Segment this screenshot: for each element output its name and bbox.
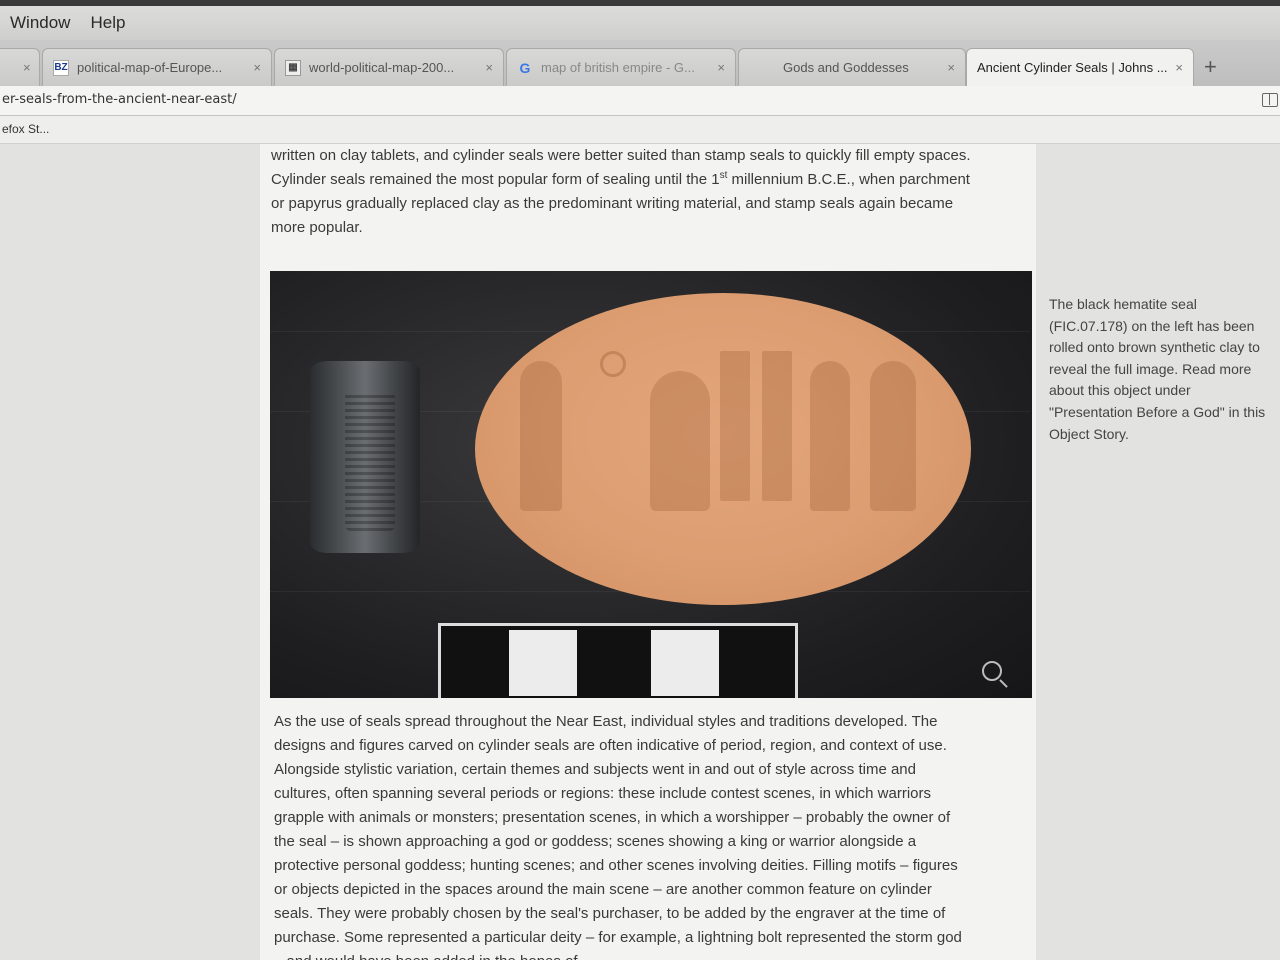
url-text[interactable]: er-seals-from-the-ancient-near-east/ [2,92,237,107]
close-icon[interactable]: × [253,60,261,75]
menu-help[interactable]: Help [90,13,125,33]
world-map-favicon-icon: ▦ [285,59,301,76]
tab-partial[interactable]: × [0,48,40,86]
close-icon[interactable]: × [1175,60,1183,75]
bookmarks-bar: efox St... [0,116,1280,144]
close-icon[interactable]: × [947,60,955,75]
close-icon[interactable]: × [23,60,31,75]
menu-window[interactable]: Window [10,13,70,33]
scale-bar [438,623,798,698]
tab-title: Gods and Goddesses [783,60,909,75]
tab-world-political-map[interactable]: ▦ world-political-map-200... × [274,48,504,86]
article-paragraph: As the use of seals spread throughout th… [274,713,962,960]
article-paragraph: written on clay tablets, and cylinder se… [271,144,971,240]
close-icon[interactable]: × [717,60,725,75]
google-favicon-icon: G [519,59,531,76]
seal-relief [500,351,940,521]
tab-title: map of british empire - G... [541,60,695,75]
tab-title: political-map-of-Europe... [77,60,223,75]
tab-title: Ancient Cylinder Seals | Johns ... [977,60,1168,75]
bz-favicon-icon: BZ [53,59,69,76]
address-bar[interactable]: er-seals-from-the-ancient-near-east/ [0,86,1280,116]
tab-gods-and-goddesses[interactable]: Gods and Goddesses × [738,48,966,86]
tab-title: world-political-map-200... [309,60,455,75]
close-icon[interactable]: × [485,60,493,75]
tab-map-british-empire[interactable]: G map of british empire - G... × [506,48,736,86]
tab-strip: × BZ political-map-of-Europe... × ▦ worl… [0,40,1280,86]
reader-icon[interactable] [1262,93,1278,107]
menu-bar: Window Help [0,0,1280,40]
seal-photo[interactable] [270,271,1032,698]
hematite-cylinder-seal [310,361,420,553]
page-content: written on clay tablets, and cylinder se… [0,144,1280,960]
tab-political-map-europe[interactable]: BZ political-map-of-Europe... × [42,48,272,86]
bookmark-item[interactable]: efox St... [2,122,49,136]
new-tab-button[interactable]: + [1204,54,1217,80]
image-caption: The black hematite seal (FIC.07.178) on … [1049,296,1266,442]
magnifier-icon[interactable] [982,661,1002,681]
tab-ancient-cylinder-seals[interactable]: Ancient Cylinder Seals | Johns ... × [966,48,1194,86]
